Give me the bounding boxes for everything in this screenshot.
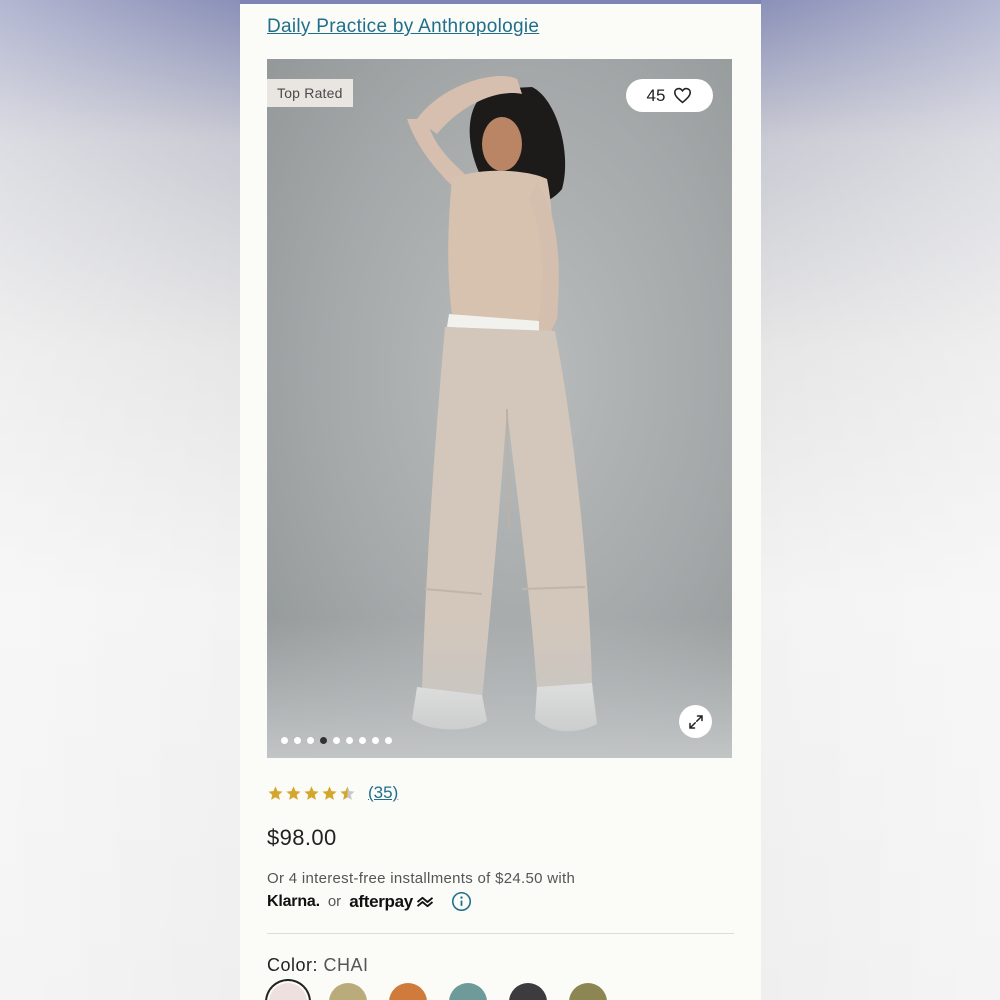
star-rating [267, 785, 356, 802]
swatch-chai[interactable] [269, 983, 307, 1000]
background-right [760, 0, 1000, 1000]
product-image[interactable]: Top Rated 45 [267, 59, 732, 758]
favorites-count: 45 [646, 85, 666, 105]
heart-icon [674, 87, 692, 104]
swatch-rust[interactable] [389, 983, 427, 1000]
carousel-dot[interactable] [307, 737, 314, 744]
selected-color: CHAI [323, 955, 369, 975]
payment-options: Klarna. or afterpay [267, 891, 472, 912]
favorite-button[interactable]: 45 [626, 79, 713, 112]
background-left [0, 0, 240, 1000]
color-swatches [269, 983, 607, 1000]
swatch-olive-tan[interactable] [329, 983, 367, 1000]
star-icon [322, 785, 337, 800]
half-star-icon [340, 785, 355, 800]
reviews-link[interactable]: (35) [368, 783, 398, 803]
installments-text: Or 4 interest-free installments of $24.5… [267, 870, 576, 887]
color-label-text: Color: [267, 955, 319, 975]
carousel-dot[interactable] [333, 737, 340, 744]
afterpay-logo: afterpay [349, 892, 435, 912]
carousel-dot[interactable] [385, 737, 392, 744]
afterpay-arrows-icon [416, 896, 434, 907]
or-text: or [327, 893, 342, 910]
swatch-teal[interactable] [449, 983, 487, 1000]
top-rated-badge: Top Rated [267, 79, 353, 107]
carousel-dots [281, 737, 392, 744]
carousel-dot[interactable] [346, 737, 353, 744]
carousel-dot-active[interactable] [320, 737, 327, 744]
top-strip [240, 0, 761, 4]
carousel-dot[interactable] [281, 737, 288, 744]
carousel-dot[interactable] [359, 737, 366, 744]
swatch-charcoal[interactable] [509, 983, 547, 1000]
star-icon [286, 785, 301, 800]
expand-icon [688, 714, 703, 729]
rating-row: (35) [267, 783, 398, 803]
carousel-dot[interactable] [294, 737, 301, 744]
product-panel: Daily Practice by Anthropologie Top Rate… [240, 0, 761, 1000]
expand-image-button[interactable] [679, 705, 712, 738]
info-icon[interactable] [451, 891, 472, 912]
color-label: Color: CHAI [267, 955, 369, 976]
product-price: $98.00 [267, 825, 337, 850]
carousel-dot[interactable] [372, 737, 379, 744]
afterpay-text: afterpay [349, 891, 413, 911]
brand-link[interactable]: Daily Practice by Anthropologie [267, 16, 539, 38]
klarna-logo: Klarna. [267, 892, 320, 910]
swatch-moss[interactable] [569, 983, 607, 1000]
divider [267, 933, 734, 934]
star-icon [268, 785, 283, 800]
star-icon [304, 785, 319, 800]
